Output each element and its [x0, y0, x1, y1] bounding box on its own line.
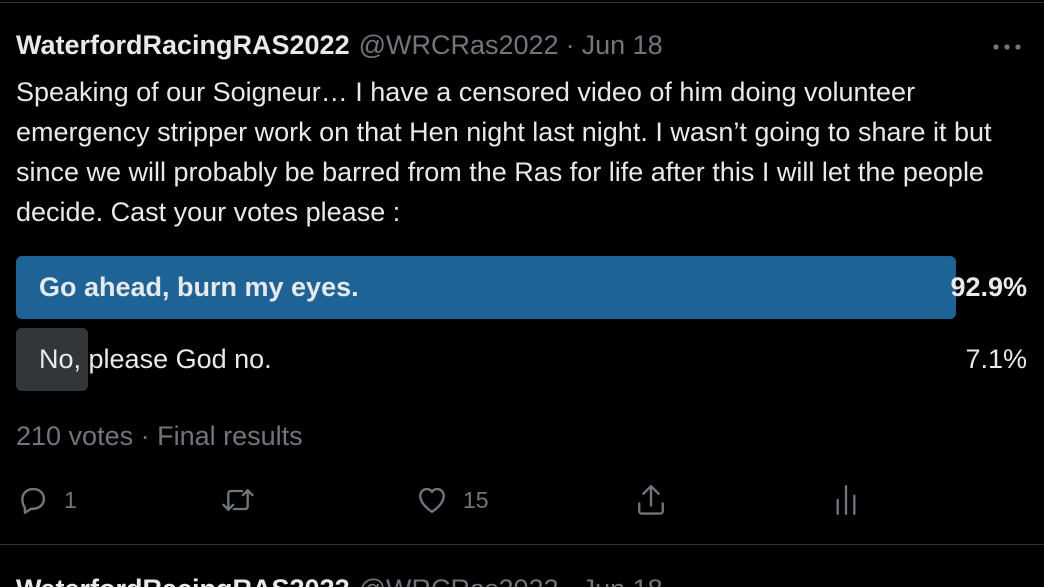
poll: Go ahead, burn my eyes. 92.9% No, please…	[16, 256, 1028, 400]
reply-count: 1	[64, 486, 77, 513]
user-handle[interactable]: @WRCRas2022	[359, 28, 559, 62]
poll-status: Final results	[157, 421, 303, 451]
poll-option-percent: 92.9%	[950, 272, 1027, 302]
like-count: 15	[463, 486, 489, 513]
divider	[0, 544, 1044, 545]
poll-vote-count: 210 votes	[16, 421, 134, 451]
more-options-button[interactable]	[990, 38, 1024, 56]
share-button[interactable]	[634, 480, 668, 520]
poll-option-1: Go ahead, burn my eyes. 92.9%	[16, 256, 1028, 319]
tweet-header: WaterfordRacingRAS2022 @WRCRas2022 · Jun…	[16, 28, 663, 62]
separator-dot: ·	[565, 30, 575, 60]
divider	[0, 2, 1044, 3]
more-horizontal-icon	[993, 44, 1021, 50]
like-button[interactable]: 15	[415, 480, 489, 520]
tweet-text: Speaking of our Soigneur… I have a censo…	[16, 77, 1000, 227]
timeline: WaterfordRacingRAS2022 @WRCRas2022 · Jun…	[0, 0, 1044, 587]
analytics-button[interactable]	[832, 480, 860, 520]
user-handle[interactable]: @WRCRas2022	[359, 572, 559, 587]
share-icon	[638, 484, 664, 515]
separator-dot: ·	[566, 572, 575, 587]
display-name[interactable]: WaterfordRacingRAS2022	[16, 572, 350, 587]
retweet-button[interactable]	[220, 480, 256, 520]
poll-option-percent: 7.1%	[965, 344, 1027, 374]
reply-button[interactable]: 1	[16, 480, 77, 520]
tweet-actions: 1 15	[0, 480, 1044, 520]
poll-option-2: No, please God no. 7.1%	[16, 328, 1028, 391]
tweet-date[interactable]: Jun 18	[582, 28, 663, 62]
poll-meta: 210 votes · Final results	[16, 418, 303, 454]
poll-option-label: No, please God no.	[39, 344, 272, 374]
poll-option-label: Go ahead, burn my eyes.	[39, 272, 359, 302]
next-tweet-header[interactable]: WaterfordRacingRAS2022 @WRCRas2022 · Jun…	[16, 572, 663, 587]
tweet-date[interactable]: Jun 18	[582, 572, 663, 587]
display-name[interactable]: WaterfordRacingRAS2022	[16, 28, 350, 62]
heart-icon	[419, 487, 445, 513]
analytics-icon	[836, 484, 856, 516]
reply-icon	[21, 487, 46, 514]
separator-dot: ·	[140, 421, 150, 451]
retweet-icon	[222, 489, 254, 511]
